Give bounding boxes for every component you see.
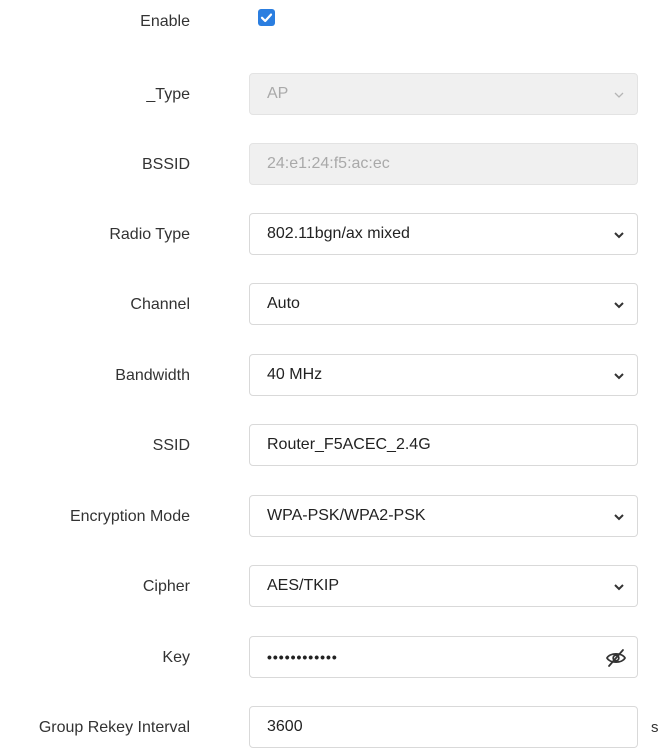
bssid-row: BSSID 24:e1:24:f5:ac:ec bbox=[0, 143, 662, 187]
group-rekey-interval-input[interactable]: 3600 bbox=[249, 706, 638, 748]
bandwidth-label: Bandwidth bbox=[115, 367, 190, 384]
encryption-mode-value: WPA-PSK/WPA2-PSK bbox=[267, 507, 426, 524]
key-input[interactable]: •••••••••••• bbox=[249, 636, 638, 678]
bandwidth-value: 40 MHz bbox=[267, 366, 323, 383]
group-rekey-interval-label: Group Rekey Interval bbox=[38, 719, 190, 736]
channel-label: Channel bbox=[130, 296, 190, 313]
bssid-label: BSSID bbox=[141, 156, 190, 173]
radio-type-row: Radio Type 802.11bgn/ax mixed bbox=[0, 213, 662, 257]
key-label: Key bbox=[162, 649, 190, 666]
radio-type-select[interactable]: 802.11bgn/ax mixed bbox=[249, 213, 638, 255]
encryption-mode-select[interactable]: WPA-PSK/WPA2-PSK bbox=[249, 495, 638, 537]
eye-off-icon[interactable] bbox=[605, 648, 627, 668]
group-rekey-interval-unit: s bbox=[651, 719, 659, 736]
encryption-mode-row: Encryption Mode WPA-PSK/WPA2-PSK bbox=[0, 495, 662, 539]
check-icon bbox=[260, 13, 273, 23]
cipher-value: AES/TKIP bbox=[267, 577, 340, 594]
radio-type-label: Radio Type bbox=[109, 226, 190, 243]
type-select[interactable]: AP bbox=[249, 73, 638, 115]
chevron-down-icon bbox=[614, 232, 624, 239]
bssid-input[interactable]: 24:e1:24:f5:ac:ec bbox=[249, 143, 638, 185]
group-rekey-interval-value: 3600 bbox=[267, 718, 303, 735]
radio-type-value: 802.11bgn/ax mixed bbox=[267, 225, 410, 242]
chevron-down-icon bbox=[614, 302, 624, 309]
type-value: AP bbox=[267, 85, 289, 102]
cipher-row: Cipher AES/TKIP bbox=[0, 565, 662, 609]
key-row: Key •••••••••••• bbox=[0, 636, 662, 680]
key-value: •••••••••••• bbox=[267, 649, 338, 665]
channel-value: Auto bbox=[267, 295, 300, 312]
chevron-down-icon bbox=[614, 92, 624, 98]
bandwidth-select[interactable]: 40 MHz bbox=[249, 354, 638, 396]
type-row: _Type AP bbox=[0, 73, 662, 117]
ssid-input[interactable]: Router_F5ACEC_2.4G bbox=[249, 424, 638, 466]
bandwidth-row: Bandwidth 40 MHz bbox=[0, 354, 662, 398]
bssid-value: 24:e1:24:f5:ac:ec bbox=[267, 155, 390, 172]
enable-row: Enable bbox=[0, 0, 662, 44]
type-label: _Type bbox=[146, 86, 190, 103]
enable-label: Enable bbox=[140, 13, 190, 30]
chevron-down-icon bbox=[614, 514, 624, 521]
cipher-select[interactable]: AES/TKIP bbox=[249, 565, 638, 607]
channel-row: Channel Auto bbox=[0, 283, 662, 327]
chevron-down-icon bbox=[614, 373, 624, 380]
ssid-value: Router_F5ACEC_2.4G bbox=[267, 436, 431, 453]
ssid-row: SSID Router_F5ACEC_2.4G bbox=[0, 424, 662, 468]
cipher-label: Cipher bbox=[142, 578, 190, 595]
channel-select[interactable]: Auto bbox=[249, 283, 638, 325]
enable-checkbox[interactable] bbox=[258, 9, 275, 26]
encryption-mode-label: Encryption Mode bbox=[69, 508, 190, 525]
ssid-label: SSID bbox=[152, 437, 190, 454]
group-rekey-interval-row: Group Rekey Interval 3600 s bbox=[0, 706, 662, 750]
chevron-down-icon bbox=[614, 584, 624, 591]
